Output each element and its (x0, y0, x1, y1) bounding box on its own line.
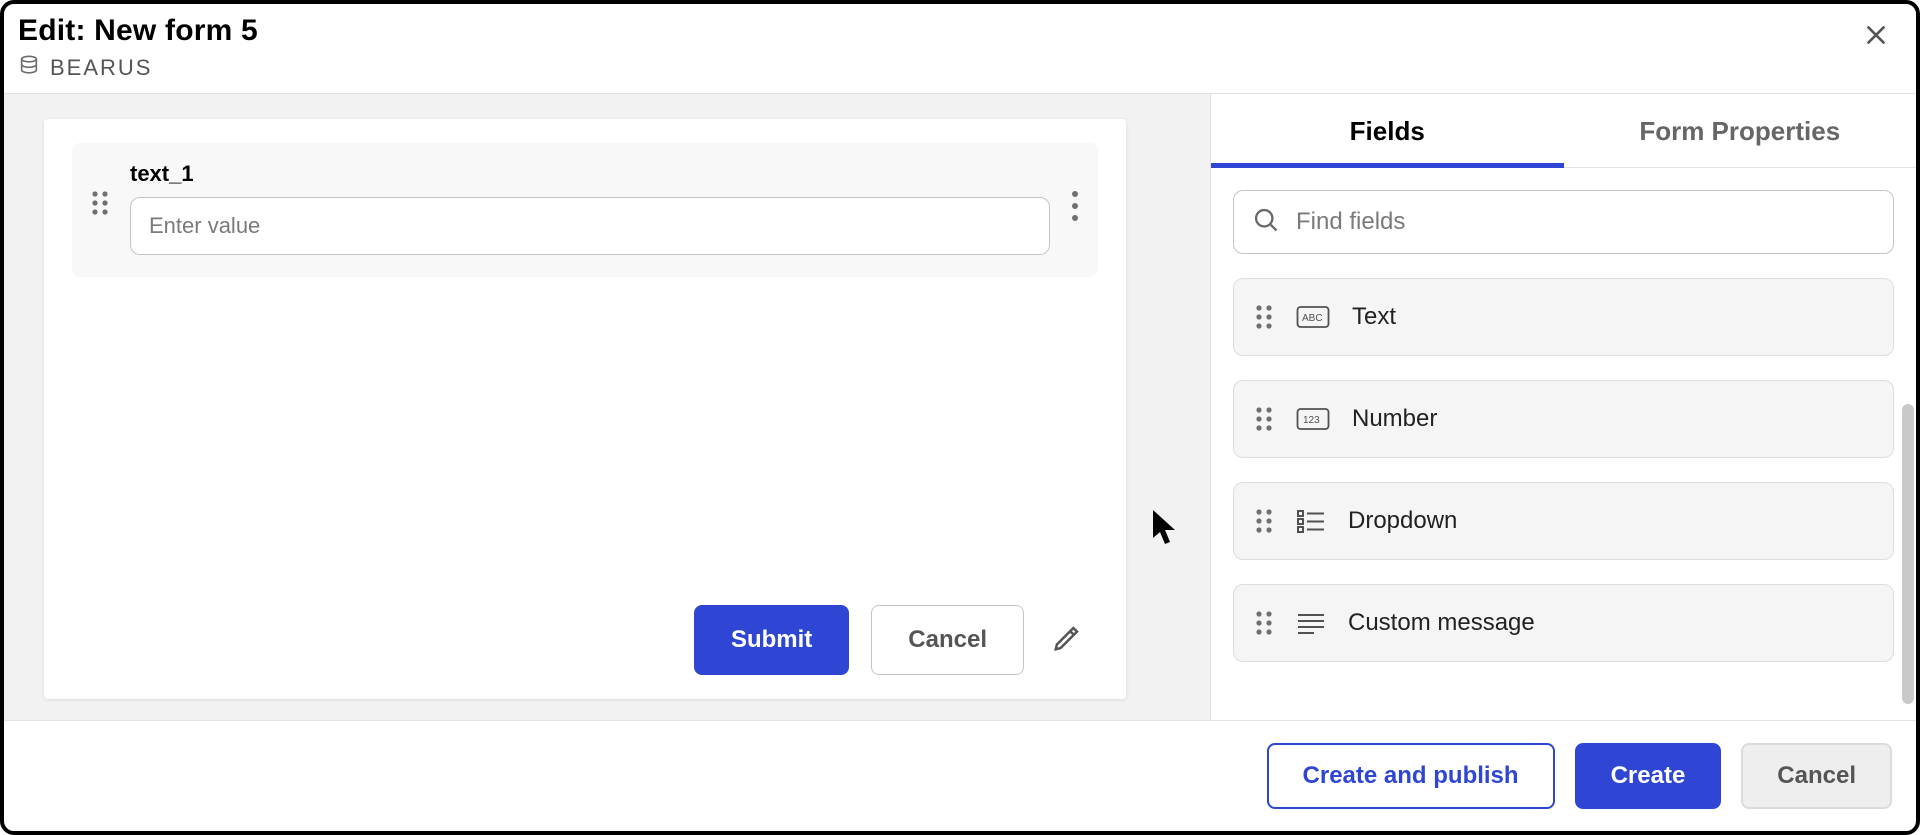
field-menu-button[interactable] (1070, 161, 1080, 223)
field-type-label: Number (1352, 405, 1437, 433)
header: Edit: New form 5 BEARUS (4, 4, 1916, 94)
page-title: Edit: New form 5 (18, 14, 258, 48)
custom-message-icon (1296, 611, 1326, 635)
field-type-number[interactable]: 123 Number (1233, 380, 1894, 458)
database-name: BEARUS (50, 55, 152, 81)
field-type-custom-message[interactable]: Custom message (1233, 584, 1894, 662)
form-card: text_1 Submit (44, 119, 1126, 699)
field-type-label: Custom message (1348, 609, 1535, 637)
create-and-publish-button[interactable]: Create and publish (1267, 743, 1555, 809)
dropdown-field-icon (1296, 507, 1326, 535)
field-types-list: ABC Text (1233, 278, 1894, 672)
find-fields-input[interactable] (1296, 208, 1875, 236)
form-field[interactable]: text_1 (72, 143, 1098, 277)
text-field-icon: ABC (1296, 303, 1330, 331)
submit-button[interactable]: Submit (694, 605, 849, 675)
breadcrumb[interactable]: BEARUS (18, 54, 258, 81)
cancel-button[interactable]: Cancel (1741, 743, 1892, 809)
search-icon (1252, 206, 1280, 239)
svg-text:123: 123 (1303, 415, 1320, 426)
drag-handle-icon (1254, 609, 1274, 637)
dots-vertical-icon (1070, 189, 1080, 223)
field-type-text[interactable]: ABC Text (1233, 278, 1894, 356)
field-type-label: Dropdown (1348, 507, 1457, 535)
drag-handle-icon (1254, 507, 1274, 535)
drag-handle-icon (1254, 303, 1274, 331)
close-button[interactable] (1858, 20, 1894, 56)
field-value-input[interactable] (130, 197, 1050, 255)
close-icon (1863, 22, 1889, 55)
cancel-form-button[interactable]: Cancel (871, 605, 1024, 675)
field-type-label: Text (1352, 303, 1396, 331)
tab-form-properties[interactable]: Form Properties (1564, 94, 1917, 167)
drag-handle-icon (1254, 405, 1274, 433)
field-label: text_1 (130, 161, 1050, 187)
form-actions: Submit Cancel (72, 605, 1098, 675)
find-fields-search[interactable] (1233, 190, 1894, 254)
footer: Create and publish Create Cancel (4, 720, 1916, 831)
svg-text:ABC: ABC (1302, 313, 1323, 324)
database-icon (18, 54, 40, 81)
tab-fields[interactable]: Fields (1211, 94, 1564, 167)
form-canvas: text_1 Submit (4, 94, 1211, 720)
drag-handle-icon[interactable] (90, 161, 110, 217)
scrollbar-thumb[interactable] (1902, 404, 1914, 704)
number-field-icon: 123 (1296, 405, 1330, 433)
create-button[interactable]: Create (1575, 743, 1722, 809)
edit-form-window: Edit: New form 5 BEARUS (0, 0, 1920, 835)
tabs: Fields Form Properties (1211, 94, 1916, 168)
side-panel: Fields Form Properties (1211, 94, 1916, 720)
edit-actions-button[interactable] (1046, 617, 1088, 664)
pencil-icon (1052, 640, 1082, 657)
field-type-dropdown[interactable]: Dropdown (1233, 482, 1894, 560)
